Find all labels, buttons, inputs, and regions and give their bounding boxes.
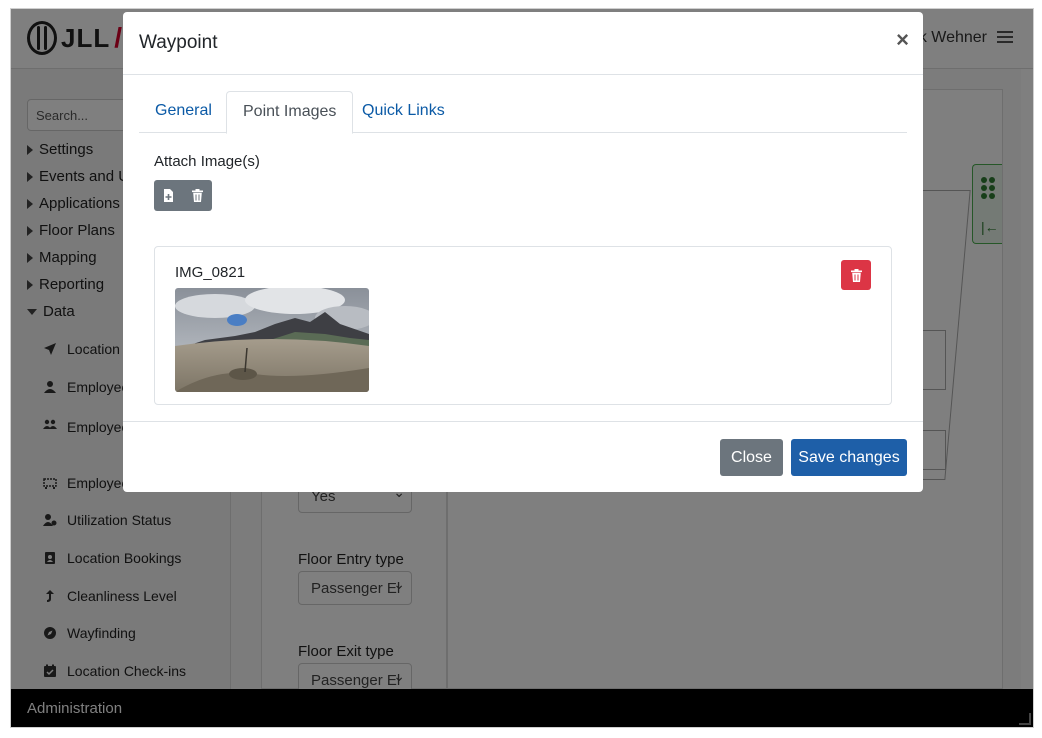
modal-header: Waypoint × [123,12,923,75]
attach-button-group [154,180,212,211]
waypoint-modal: Waypoint × General Point Images Quick Li… [123,12,923,492]
trash-icon [850,268,862,282]
delete-image-button[interactable] [841,260,871,290]
tab-general[interactable]: General [139,91,228,133]
image-name: IMG_0821 [175,264,246,281]
modal-footer: Close Save changes [123,421,923,492]
trash-icon [192,189,203,202]
modal-title: Waypoint [139,32,218,53]
tab-quick-links[interactable]: Quick Links [346,91,461,133]
image-card: IMG_0821 [154,246,892,405]
remove-all-button[interactable] [183,180,212,211]
add-file-button[interactable] [154,180,183,211]
close-icon[interactable]: × [896,28,909,52]
tab-point-images[interactable]: Point Images [226,91,354,134]
attach-images-label: Attach Image(s) [154,153,260,170]
file-plus-icon [164,189,173,202]
save-changes-button[interactable]: Save changes [791,439,907,476]
modal-tabs: General Point Images Quick Links [139,91,907,134]
app-window: JLL / k Wehner Search... Settings Events… [10,8,1034,728]
landscape-photo [175,288,369,392]
image-thumbnail[interactable] [175,288,369,392]
close-button[interactable]: Close [720,439,783,476]
